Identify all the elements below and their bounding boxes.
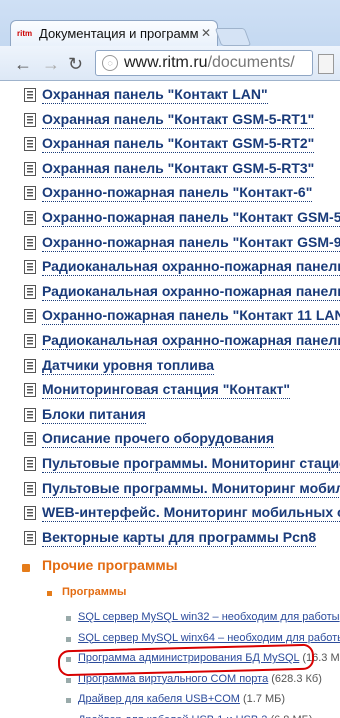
file-row: Драйвер для кабеля USB+COM (1.7 МБ): [78, 693, 285, 705]
red-highlight-annotation: [57, 643, 315, 677]
url-domain: www.ritm.ru: [124, 54, 208, 71]
file-row: SQL сервер MySQL winx64 – необходим для …: [78, 632, 340, 644]
document-icon: [24, 530, 38, 545]
document-icon: [24, 358, 38, 373]
list-item-link[interactable]: Охранно-пожарная панель "Контакт 11 LAN": [42, 306, 340, 326]
document-icon: [24, 309, 38, 324]
list-item-link[interactable]: Описание прочего оборудования: [42, 429, 275, 449]
page-menu-icon[interactable]: [318, 54, 334, 74]
list-item-link[interactable]: Радиоканальная охранно-пожарная панель: [42, 331, 340, 350]
document-icon: [24, 334, 38, 348]
list-item-link[interactable]: Охранная панель "Контакт GSM-5-RT1": [42, 110, 315, 129]
list-item-link[interactable]: Охранно-пожарная панель "Контакт GSM-9": [42, 233, 340, 252]
document-icon: [24, 284, 38, 299]
list-item-link[interactable]: Мониторинговая станция "Контакт": [42, 380, 291, 400]
file-link[interactable]: SQL сервер MySQL winx64 – необходим для …: [78, 632, 340, 644]
document-icon: [24, 112, 38, 127]
browser-chrome: ritm Документация и программ ✕ ← → ↻ ◌ w…: [0, 0, 340, 81]
other-programs-heading[interactable]: Прочие программы: [42, 557, 178, 573]
document-icon: [24, 383, 38, 398]
list-item-link[interactable]: Блоки питания: [42, 405, 146, 424]
file-size: (1.7 МБ): [243, 693, 286, 705]
document-icon: [24, 506, 38, 521]
file-size: (6.8 МБ): [270, 714, 312, 718]
programs-subheading: Программы: [62, 586, 127, 598]
document-icon: [24, 186, 38, 201]
list-item-link[interactable]: Охранно-пожарная панель "Контакт GSM-5": [42, 208, 340, 227]
close-tab-icon[interactable]: ✕: [201, 26, 211, 40]
toolbar: ← → ↻ ◌ www.ritm.ru/documents/: [0, 46, 340, 80]
document-icon: [24, 235, 38, 250]
reload-icon[interactable]: ↻: [68, 54, 83, 75]
list-item-link[interactable]: Радиоканальная охранно-пожарная панель: [42, 257, 340, 277]
document-icon: [24, 407, 38, 422]
new-tab-button[interactable]: [214, 28, 252, 46]
back-arrow-icon[interactable]: ←: [14, 54, 32, 75]
file-bullet-icon: [66, 698, 71, 703]
document-icon: [24, 432, 38, 447]
globe-icon: ◌: [102, 55, 118, 71]
document-icon: [24, 161, 38, 176]
page-content: Охранная панель "Контакт LAN" Охранная па…: [0, 81, 340, 718]
list-item-link[interactable]: Радиоканальная охранно-пожарная панель: [42, 282, 340, 301]
list-item-link[interactable]: Векторные карты для программы Pcn8: [42, 528, 317, 547]
file-bullet-icon: [66, 616, 71, 621]
document-icon: [24, 481, 38, 496]
tab-title: Документация и программ: [39, 26, 199, 41]
document-icon: [24, 211, 38, 225]
list-item-link[interactable]: Охранная панель "Контакт LAN": [42, 85, 268, 104]
file-link[interactable]: Драйвер для кабелей USB 1 и USB 2: [78, 714, 267, 718]
document-icon: [24, 457, 38, 471]
section-bullet-icon: [22, 564, 30, 572]
file-bullet-icon: [66, 677, 71, 683]
list-item-link[interactable]: WEB-интерфейс. Мониторинг мобильных объ: [42, 503, 340, 523]
forward-arrow-icon[interactable]: →: [42, 54, 60, 75]
document-icon: [24, 137, 38, 152]
file-row: Драйвер для кабелей USB 1 и USB 2 (6.8 М…: [78, 714, 313, 718]
ritm-favicon-icon: ritm: [17, 29, 33, 38]
document-icon: [24, 260, 38, 275]
list-item-link[interactable]: Охранная панель "Контакт GSM-5-RT2": [42, 134, 315, 154]
subsection-bullet-icon: [47, 591, 52, 596]
url-path: /documents/: [207, 54, 295, 71]
file-row: SQL сервер MySQL win32 – необходим для р…: [78, 611, 340, 623]
browser-tab[interactable]: ritm Документация и программ ✕: [10, 20, 218, 47]
list-item-link[interactable]: Датчики уровня топлива: [42, 356, 215, 375]
url-text: www.ritm.ru/documents/: [124, 54, 295, 72]
list-item-link[interactable]: Пультовые программы. Мониторинг стацион: [42, 454, 340, 473]
list-item-link[interactable]: Охранная панель "Контакт GSM-5-RT3": [42, 159, 315, 178]
list-item-link[interactable]: Пультовые программы. Мониторинг мобильн: [42, 479, 340, 498]
list-item-link[interactable]: Охранно-пожарная панель "Контакт-6": [42, 183, 313, 203]
file-link[interactable]: Драйвер для кабеля USB+COM: [78, 693, 240, 705]
file-size: (628.3 Кб): [271, 672, 322, 685]
address-bar[interactable]: ◌ www.ritm.ru/documents/: [95, 50, 313, 76]
file-link[interactable]: SQL сервер MySQL win32 – необходим для р…: [78, 611, 340, 623]
file-bullet-icon: [66, 636, 71, 642]
document-icon: [24, 88, 38, 102]
